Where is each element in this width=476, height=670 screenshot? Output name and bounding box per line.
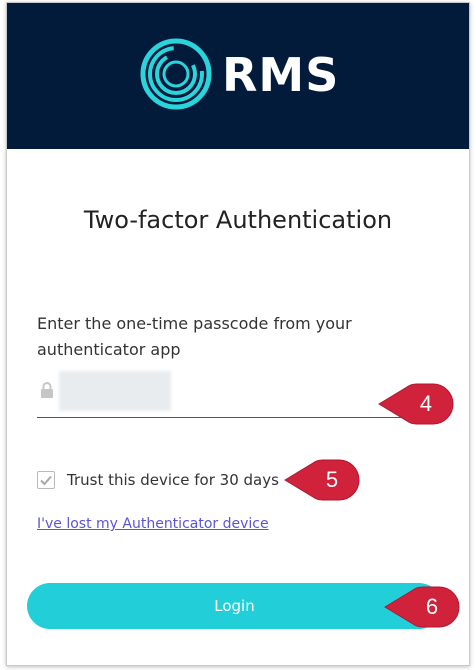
- brand-header: RMS: [7, 3, 469, 149]
- callout-login: 6: [383, 586, 463, 628]
- rms-logo-icon: [140, 38, 212, 110]
- checkmark-icon: [40, 475, 52, 486]
- login-button[interactable]: Login: [27, 583, 442, 629]
- callout-number: 6: [425, 594, 439, 619]
- trust-device-label[interactable]: Trust this device for 30 days: [67, 469, 279, 491]
- lock-icon: [41, 382, 53, 398]
- callout-trust: 5: [283, 459, 363, 501]
- trust-device-checkbox[interactable]: [37, 471, 55, 489]
- passcode-input[interactable]: [59, 371, 171, 411]
- brand-name: RMS: [222, 48, 340, 102]
- passcode-field: [37, 367, 417, 418]
- login-card: RMS Two-factor Authentication Enter the …: [6, 2, 470, 666]
- lost-authenticator-link[interactable]: I've lost my Authenticator device: [37, 514, 269, 534]
- page-title: Two-factor Authentication: [83, 206, 393, 234]
- callout-passcode: 4: [377, 383, 457, 425]
- callout-number: 5: [325, 467, 339, 492]
- passcode-instruction: Enter the one-time passcode from your au…: [37, 314, 352, 359]
- callout-number: 4: [419, 391, 433, 416]
